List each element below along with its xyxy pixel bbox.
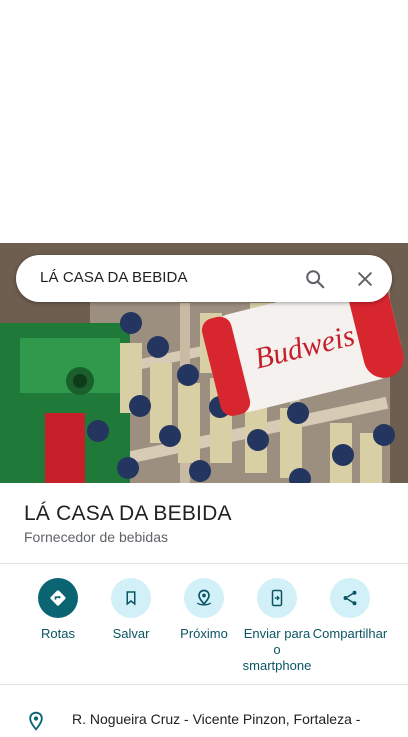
share-button[interactable]: Compartilhar <box>312 578 388 642</box>
directions-icon <box>38 578 78 618</box>
location-pin-icon <box>26 710 46 737</box>
divider <box>0 684 408 685</box>
nearby-button[interactable]: Próximo <box>166 578 242 642</box>
send-to-phone-icon <box>257 578 297 618</box>
bookmark-icon <box>111 578 151 618</box>
nearby-label: Próximo <box>180 626 228 641</box>
save-label: Salvar <box>112 626 150 641</box>
divider <box>0 563 408 564</box>
place-title: LÁ CASA DA BEBIDA <box>24 502 232 525</box>
send-to-phone-label: Enviar para o smartphone <box>242 626 312 673</box>
search-icon[interactable] <box>300 264 330 294</box>
share-icon <box>330 578 370 618</box>
nearby-icon <box>184 578 224 618</box>
directions-button[interactable]: Rotas <box>20 578 96 642</box>
place-category: Fornecedor de bebidas <box>24 529 168 545</box>
address-text[interactable]: R. Nogueira Cruz - Vicente Pinzon, Forta… <box>72 711 360 727</box>
save-button[interactable]: Salvar <box>93 578 169 642</box>
search-input[interactable]: LÁ CASA DA BEBIDA <box>40 269 188 286</box>
search-bar[interactable]: LÁ CASA DA BEBIDA <box>16 255 392 302</box>
close-icon[interactable] <box>350 264 380 294</box>
send-to-phone-button[interactable]: Enviar para o smartphone <box>239 578 315 674</box>
empty-map-area <box>0 0 408 243</box>
directions-label: Rotas <box>41 626 75 641</box>
share-label: Compartilhar <box>312 626 388 641</box>
